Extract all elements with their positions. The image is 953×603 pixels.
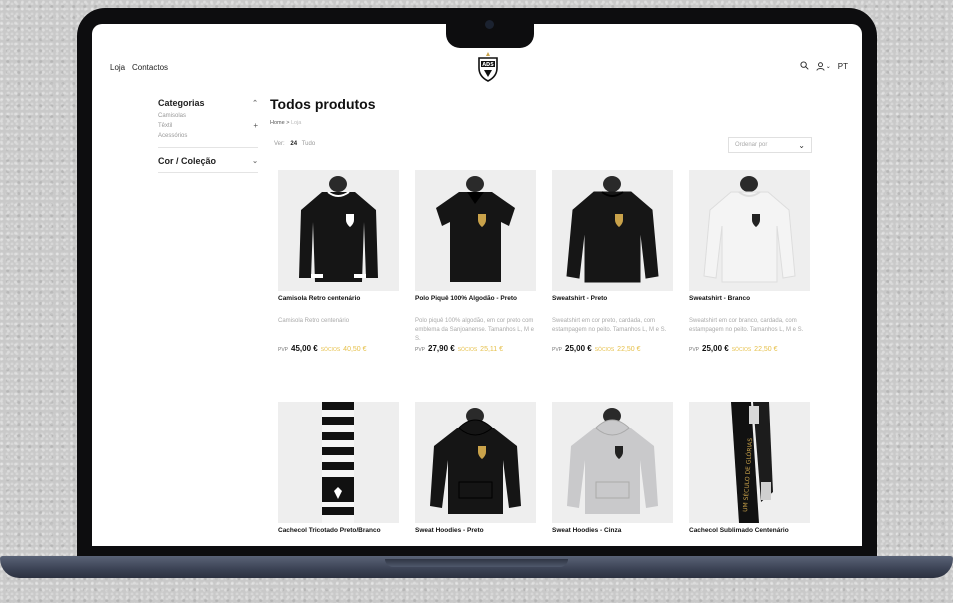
filters-sidebar: Categorias ⌃ Camisolas Têxtil + Acessório… (158, 98, 258, 181)
categories-toggle[interactable]: Categorias ⌃ (158, 98, 258, 108)
product-image[interactable] (552, 402, 673, 523)
product-card[interactable]: Camisola Retro centenário Camisola Retro … (278, 170, 399, 353)
search-icon[interactable] (800, 61, 809, 72)
price-value: 45,00 € (291, 344, 318, 353)
socio-label: SÓCIOS (731, 347, 752, 353)
product-price: PVP 25,00 € SÓCIOS 22,50 € (689, 344, 778, 353)
color-collection-toggle[interactable]: Cor / Coleção ⌄ (158, 156, 258, 166)
product-name[interactable]: Sweat Hoodies - Cinza (552, 527, 673, 546)
price-value: 27,90 € (428, 344, 455, 353)
product-image[interactable] (689, 170, 810, 291)
laptop-lip (385, 559, 568, 567)
nav-link-contactos[interactable]: Contactos (132, 63, 168, 72)
sidebar-divider (158, 172, 258, 173)
header-actions: ⌄ PT (800, 61, 848, 72)
socio-price: 22,50 € (754, 346, 778, 353)
per-page-24[interactable]: 24 (290, 141, 297, 147)
price-value: 25,00 € (565, 344, 592, 353)
category-item-camisolas[interactable]: Camisolas (158, 111, 258, 121)
product-card[interactable]: Cachecol Tricotado Preto/Branco (278, 402, 399, 546)
socio-label: SÓCIOS (320, 347, 341, 353)
product-image[interactable] (278, 170, 399, 291)
product-card[interactable]: Sweat Hoodies - Preto (415, 402, 536, 546)
product-image[interactable] (552, 170, 673, 291)
sidebar-divider (158, 147, 258, 148)
product-price: PVP 27,90 € SÓCIOS 25,11 € (415, 344, 504, 353)
breadcrumb-home[interactable]: Home (270, 120, 285, 126)
club-logo[interactable]: ADS (476, 52, 500, 82)
socio-price: 22,50 € (617, 346, 641, 353)
product-description: Polo piquê 100% algodão, em cor preto co… (415, 318, 534, 342)
product-name[interactable]: Camisola Retro centenário (278, 295, 399, 317)
category-item-textil[interactable]: Têxtil + (158, 121, 258, 131)
color-collection-title: Cor / Coleção (158, 156, 217, 166)
price-value: 25,00 € (702, 344, 729, 353)
breadcrumb-current: Loja (290, 120, 302, 126)
product-price: PVP 45,00 € SÓCIOS 40,50 € (278, 344, 367, 353)
socio-label: SÓCIOS (457, 347, 478, 353)
per-page-selector: Ver: 24 Tudo (274, 141, 316, 147)
product-name[interactable]: Sweat Hoodies - Preto (415, 527, 536, 546)
socio-price: 25,11 € (480, 346, 504, 353)
product-card[interactable]: Sweatshirt - Preto Sweatshirt em cor pret… (552, 170, 673, 353)
product-image[interactable] (415, 402, 536, 523)
language-selector[interactable]: PT (838, 62, 848, 71)
plus-icon[interactable]: + (253, 121, 258, 131)
chevron-down-icon: ⌄ (825, 64, 831, 70)
product-card[interactable]: Polo Piquê 100% Algodão - Preto Polo piqu… (415, 170, 536, 353)
nav-link-loja[interactable]: Loja (110, 63, 125, 72)
product-description: Camisola Retro centenário (278, 318, 350, 324)
product-image[interactable]: UM SÉCULO DE GLÓRIAS (689, 402, 810, 523)
chevron-up-icon: ⌃ (252, 100, 258, 107)
product-card[interactable]: Sweatshirt - Branco Sweatshirt em cor bra… (689, 170, 810, 353)
product-name[interactable]: Cachecol Tricotado Preto/Branco (278, 527, 399, 546)
product-image[interactable] (278, 402, 399, 523)
product-description: Sweatshirt em cor preto, cardada, com es… (552, 318, 667, 333)
camera-icon (485, 20, 494, 29)
product-name[interactable]: Polo Piquê 100% Algodão - Preto (415, 295, 536, 317)
product-description: Sweatshirt em cor branco, cardada, com e… (689, 318, 804, 333)
socio-label: SÓCIOS (594, 347, 615, 353)
categories-title: Categorias (158, 98, 205, 108)
product-card[interactable]: Sweat Hoodies - Cinza (552, 402, 673, 546)
product-name[interactable]: Sweatshirt - Preto (552, 295, 673, 317)
product-name[interactable]: Sweatshirt - Branco (689, 295, 810, 317)
sort-select[interactable]: Ordenar por ⌄ (728, 137, 812, 153)
socio-price: 40,50 € (343, 346, 367, 353)
product-name[interactable]: Cachecol Sublimado Centenário (689, 527, 810, 546)
category-item-acessorios[interactable]: Acessórios (158, 131, 258, 141)
breadcrumb: Home > Loja (270, 120, 302, 126)
product-price: PVP 25,00 € SÓCIOS 22,50 € (552, 344, 641, 353)
chevron-down-icon: ⌄ (252, 158, 258, 165)
browser-screen: Loja Contactos ADS ⌄ PT Categorias ⌃ Cam… (92, 24, 862, 546)
per-page-all[interactable]: Tudo (302, 141, 315, 147)
chevron-down-icon: ⌄ (798, 140, 805, 150)
logo-text: ADS (482, 62, 494, 68)
user-icon[interactable]: ⌄ (816, 62, 831, 71)
page-title: Todos produtos (270, 96, 376, 112)
product-card[interactable]: UM SÉCULO DE GLÓRIAS Cachecol Sublimado … (689, 402, 810, 546)
product-image[interactable] (415, 170, 536, 291)
